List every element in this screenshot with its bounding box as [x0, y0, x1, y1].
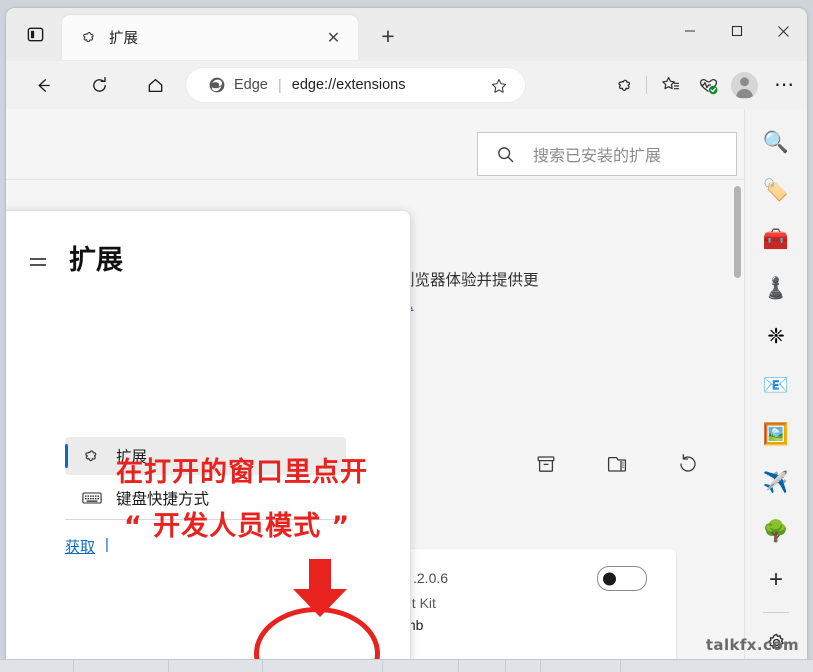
keyboard-icon — [82, 490, 102, 506]
microsoft365-icon: ❈️ — [767, 325, 785, 349]
load-unpacked-icon[interactable] — [534, 452, 558, 476]
favorite-star-icon[interactable] — [488, 75, 509, 96]
refresh-icon — [92, 76, 106, 92]
page-scrollbar-thumb[interactable] — [734, 186, 741, 278]
toggle-track — [597, 566, 647, 591]
back-arrow-icon — [38, 78, 50, 92]
back-button[interactable] — [26, 68, 60, 102]
omnibox-url[interactable]: edge://extensions — [292, 77, 406, 93]
browser-toolbar: Edge | edge://extensions ⋯ — [6, 61, 807, 109]
tab-strip: 扩展 ✕ + — [6, 8, 807, 61]
telegram-icon: ✈️ — [762, 471, 790, 495]
minimize-button[interactable] — [666, 8, 713, 54]
rail-item-search[interactable]: 🔍 — [758, 125, 794, 160]
browser-essentials-button[interactable] — [691, 68, 725, 102]
selection-indicator — [65, 444, 68, 468]
extensions-search-box[interactable]: 搜索已安装的扩展 — [477, 132, 737, 176]
browser-essentials-icon — [699, 78, 717, 94]
refresh-button[interactable] — [82, 68, 116, 102]
rail-item-shopping[interactable]: 🏷️ — [758, 174, 794, 209]
profile-avatar-icon[interactable] — [731, 71, 758, 99]
panel-title: 扩展 — [69, 245, 123, 275]
tree-icon: 🌳 — [762, 519, 790, 543]
image-creator-icon: 🖼️ — [762, 422, 790, 446]
tab-search-button[interactable] — [18, 19, 52, 49]
search-magnifier-icon: 🔍 — [762, 130, 790, 154]
close-icon — [778, 25, 789, 37]
reload-extensions-icon[interactable] — [676, 452, 700, 476]
maximize-icon — [731, 25, 742, 37]
rail-add-button[interactable]: + — [758, 563, 794, 598]
extension-version: .2.0.6 — [413, 570, 449, 586]
page-viewport: 搜索已安装的扩展 浏览器 具，可自定义浏览器体验并提供更 息 — [6, 109, 807, 660]
toolbox-icon: 🧰 — [762, 228, 790, 252]
address-bar[interactable]: Edge | edge://extensions — [186, 68, 525, 102]
get-extensions-caret: | — [105, 536, 109, 553]
annotation-line-1: 在打开的窗口里点开 — [116, 457, 368, 488]
search-icon — [496, 145, 515, 164]
home-button[interactable] — [138, 68, 172, 102]
minimize-icon — [684, 30, 695, 32]
rail-divider — [763, 612, 789, 614]
omnibox-separator: | — [277, 76, 282, 94]
tab-search-icon — [27, 27, 43, 41]
get-extensions-link[interactable]: 获取 — [65, 536, 95, 557]
toolbar-right-actions: ⋯ — [605, 68, 801, 102]
screenshot-root: 扩展 ✕ + Edge | edge://extensions ⋯ 搜索已安装的… — [0, 0, 813, 672]
watermark: talkfx.com — [705, 636, 799, 654]
extensions-button[interactable] — [608, 68, 642, 102]
window-controls — [666, 8, 807, 54]
ellipsis-icon: ⋯ — [774, 74, 794, 96]
rail-item-tools[interactable]: 🧰 — [758, 222, 794, 257]
tab-close-button[interactable]: ✕ — [323, 27, 344, 48]
rail-item-microsoft365[interactable]: ❈️ — [758, 320, 794, 355]
rail-item-tree[interactable]: 🌳 — [758, 514, 794, 549]
chess-games-icon: ♟️ — [762, 276, 790, 300]
edge-logo-icon — [208, 76, 226, 94]
collections-icon — [662, 77, 679, 90]
more-options-button[interactable]: ⋯ — [767, 68, 801, 102]
extensions-search-placeholder: 搜索已安装的扩展 — [533, 148, 662, 165]
browser-window: 扩展 ✕ + Edge | edge://extensions ⋯ 搜索已安装的… — [6, 8, 807, 660]
extensions-puzzle-icon — [617, 79, 630, 91]
taskbar — [0, 659, 813, 672]
tab-title: 扩展 — [109, 31, 138, 47]
pack-extension-icon[interactable] — [605, 452, 629, 476]
close-button[interactable] — [760, 8, 807, 54]
tab-extensions[interactable]: 扩展 ✕ — [62, 15, 358, 60]
panel-hamburger-button[interactable] — [24, 248, 52, 276]
rail-item-image-creator[interactable]: 🖼️ — [758, 417, 794, 452]
hamburger-menu-icon — [30, 258, 46, 266]
shopping-tag-icon: 🏷️ — [762, 179, 790, 203]
developer-actions — [534, 452, 700, 476]
maximize-button[interactable] — [713, 8, 760, 54]
edge-sidebar-rail: 🔍 🏷️ 🧰 ♟️ ❈️ 📧 🖼️ ✈️ 🌳 + — [744, 109, 807, 660]
new-tab-button[interactable]: + — [374, 23, 402, 49]
outlook-icon: 📧 — [762, 374, 790, 398]
annotation-line-2: “ 开发人员模式 ” — [124, 511, 351, 542]
rail-item-telegram[interactable]: ✈️ — [758, 465, 794, 500]
collections-button[interactable] — [654, 68, 688, 102]
extension-enable-toggle[interactable] — [597, 566, 647, 591]
extensions-page-header: 搜索已安装的扩展 — [6, 109, 745, 180]
omnibox-brand-label: Edge — [234, 77, 268, 93]
extension-puzzle-icon — [80, 29, 98, 47]
extension-puzzle-icon — [82, 447, 102, 465]
home-icon — [148, 78, 162, 92]
rail-item-outlook[interactable]: 📧 — [758, 368, 794, 403]
toolbar-divider — [646, 76, 647, 94]
rail-item-games[interactable]: ♟️ — [758, 271, 794, 306]
